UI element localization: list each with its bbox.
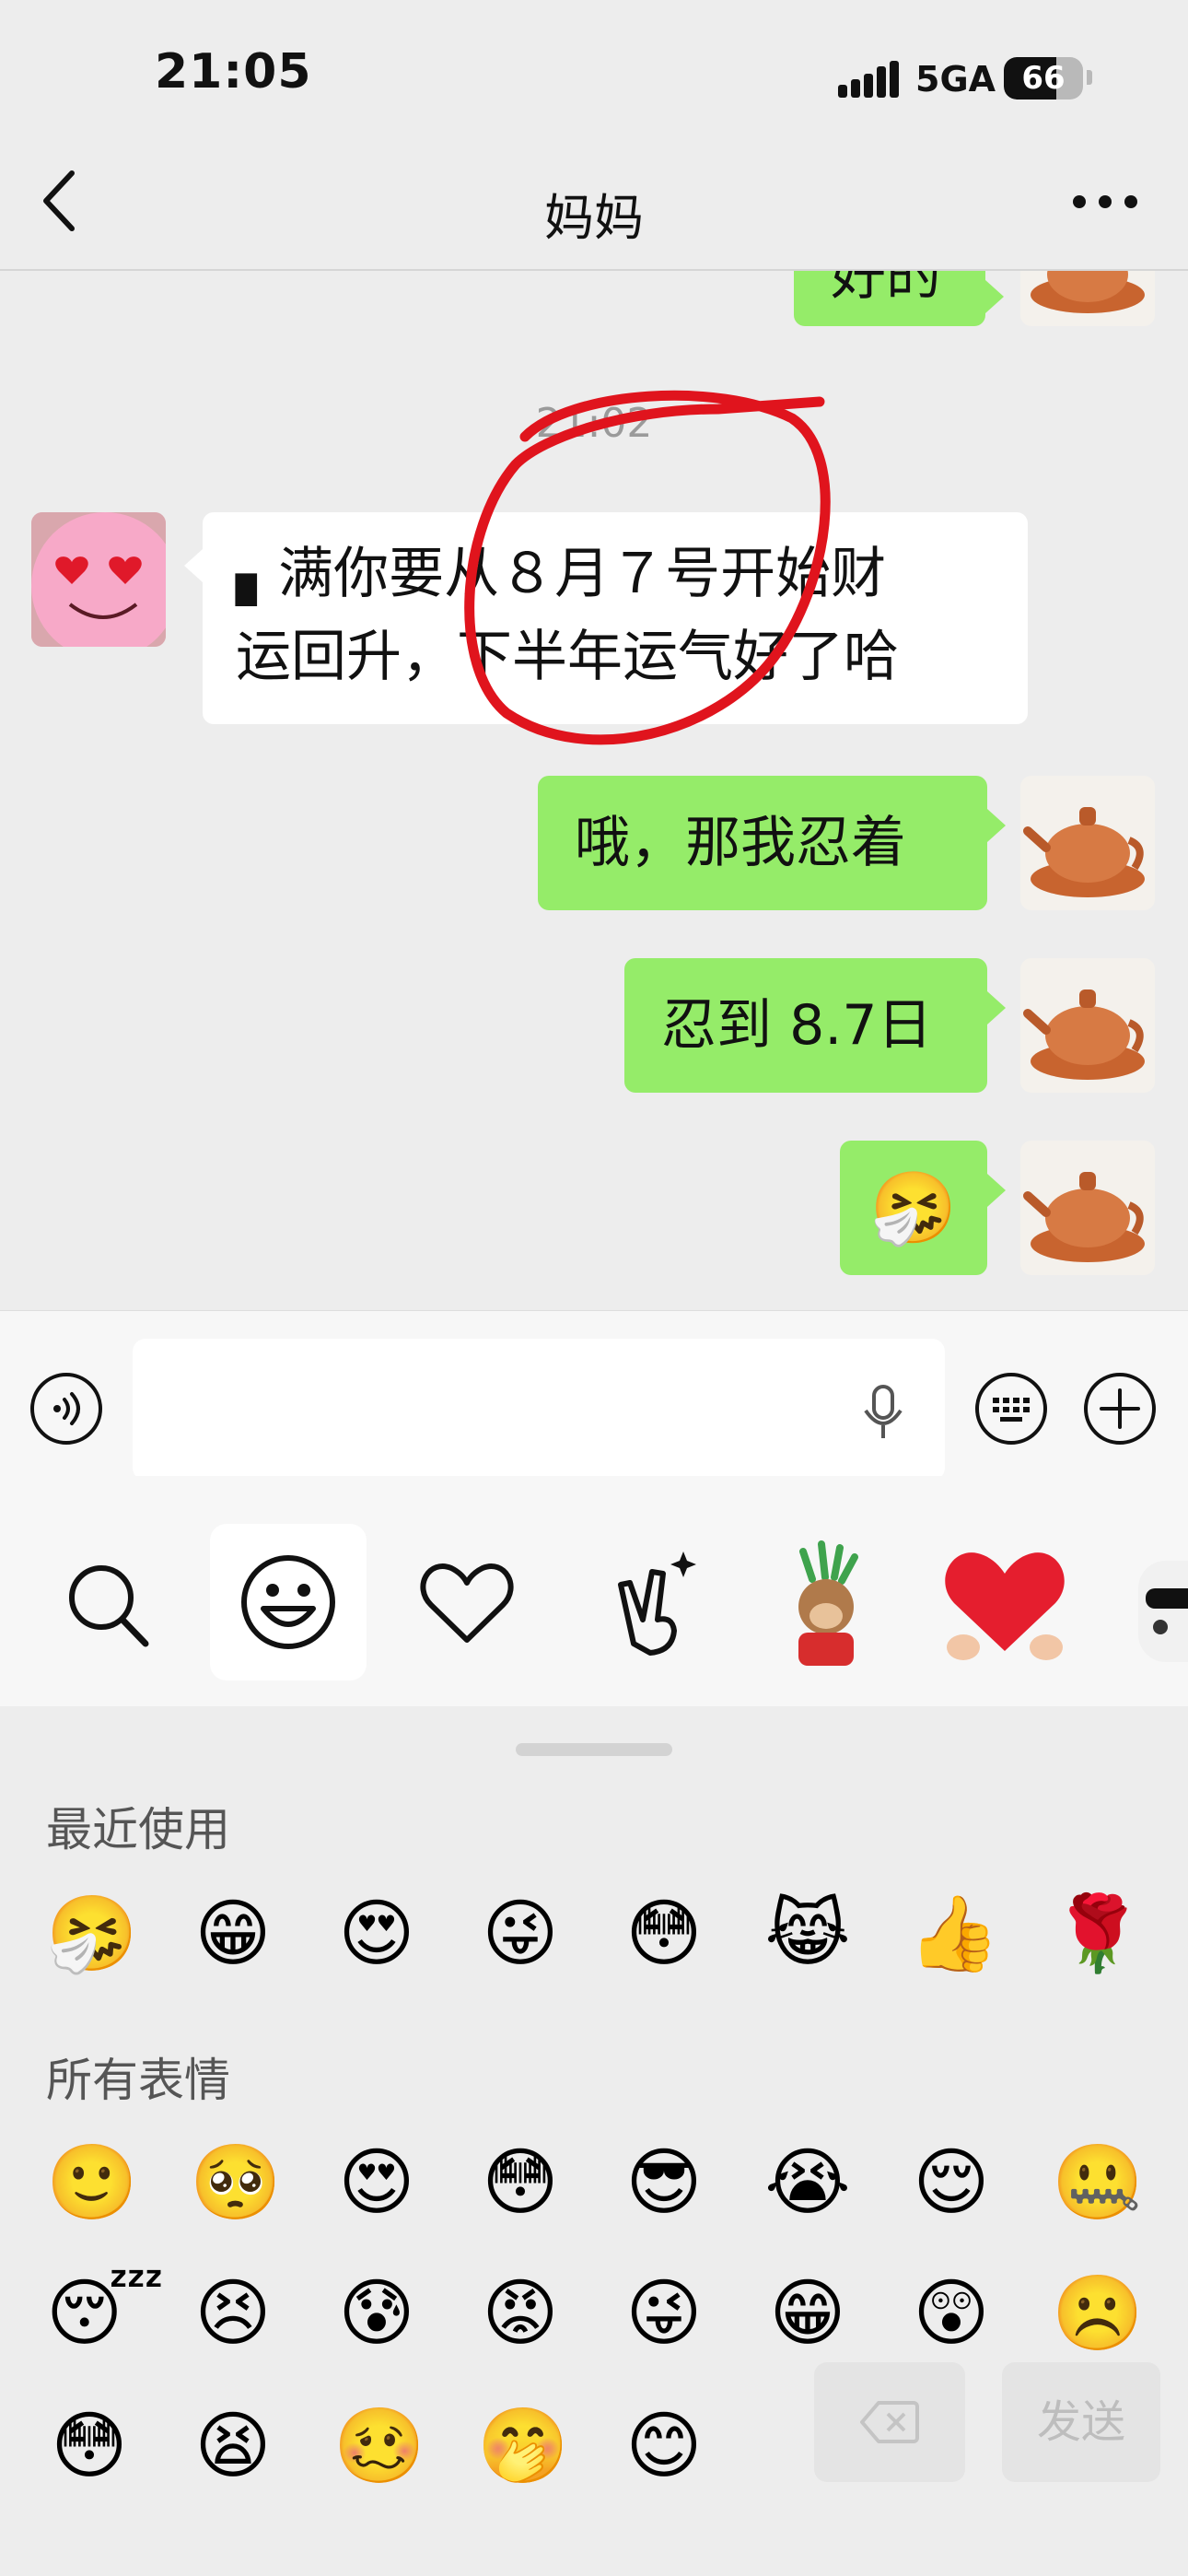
emoji-button[interactable]: 😁 <box>190 1891 276 1977</box>
emoji-button[interactable]: 🤐 <box>1052 2139 1144 2226</box>
battery-icon: 66 <box>1004 57 1083 100</box>
input-bar <box>0 1310 1188 1481</box>
bubble-tail <box>184 549 203 582</box>
emoji-button[interactable]: 😴 <box>46 2270 164 2357</box>
emoji-button[interactable]: 😲 <box>908 2270 995 2357</box>
emoji-button[interactable]: 😫 <box>190 2403 276 2489</box>
emoji-button[interactable]: 😁 <box>764 2270 851 2357</box>
bubble-tail <box>987 991 1006 1025</box>
emoji-button[interactable]: 😡 <box>477 2270 564 2357</box>
message-bubble-partial[interactable]: 好的 <box>794 271 985 326</box>
victory-hand-icon <box>618 1551 696 1656</box>
emoji-button[interactable]: 😜 <box>477 1891 564 1977</box>
battery-level: 66 <box>1021 60 1066 97</box>
emoji-button[interactable]: 🥺 <box>190 2139 282 2226</box>
battery-cap <box>1087 70 1092 85</box>
more-functions-button[interactable] <box>1083 1372 1157 1446</box>
search-icon <box>69 1565 149 1647</box>
emoji-button[interactable]: 🤧 <box>46 1891 138 1977</box>
emoji-button[interactable]: 😎 <box>621 2139 707 2226</box>
emoji-button[interactable]: 😳 <box>477 2139 564 2226</box>
network-type: 5GA <box>915 59 996 100</box>
delete-button[interactable] <box>814 2362 965 2482</box>
dog-sticker-icon <box>1138 1561 1188 1662</box>
section-title-all: 所有表情 <box>46 2054 230 2107</box>
annotation-circle <box>464 390 831 745</box>
teapot-icon <box>1023 989 1145 1080</box>
message-text: 好的 <box>831 271 941 308</box>
emoji-button[interactable]: 😳 <box>621 1891 707 1977</box>
my-avatar[interactable] <box>1020 958 1155 1093</box>
emoji-button[interactable]: 🌹 <box>1052 1891 1144 1977</box>
tab-favorites[interactable] <box>389 1524 545 1680</box>
emoji-button[interactable]: 😍 <box>333 2139 420 2226</box>
emoji-button[interactable]: 😳 <box>46 2403 133 2489</box>
sticker-tab-bar <box>0 1476 1188 1706</box>
message-bubble-outgoing[interactable]: 忍到 8.7日 <box>624 958 987 1093</box>
teapot-icon <box>1023 1172 1145 1262</box>
bubble-tail <box>985 280 1004 313</box>
heart-eyes-face-icon <box>31 512 166 647</box>
status-bar: 21:05 5GA 66 <box>0 0 1188 138</box>
chat-area[interactable]: 好的 21:02 ▖满你要从８月７号开始财 运回升，下半年运气好了哈 哦，那我忍… <box>0 271 1188 1310</box>
tab-sticker-monkey[interactable] <box>748 1524 904 1680</box>
emoji-button[interactable]: 😍 <box>333 1891 420 1977</box>
status-time: 21:05 <box>155 44 312 100</box>
keyboard-icon <box>975 1373 1047 1445</box>
microphone-icon[interactable] <box>860 1383 906 1442</box>
message-text: 忍到 8.7日 <box>661 993 933 1058</box>
nav-bar: 妈妈 <box>0 138 1188 271</box>
backspace-icon <box>860 2401 919 2443</box>
tab-sticker-heart[interactable] <box>926 1524 1083 1680</box>
tab-search[interactable] <box>29 1524 186 1680</box>
smiley-icon <box>241 1555 335 1649</box>
emoji-button[interactable]: 🥴 <box>333 2403 425 2489</box>
bubble-tail <box>987 809 1006 842</box>
monkey-sticker-icon <box>798 1540 858 1666</box>
voice-toggle-button[interactable] <box>29 1372 103 1446</box>
emoji-button[interactable]: 👍 <box>908 1891 1000 1977</box>
emoji-button[interactable]: 😭 <box>764 2139 851 2226</box>
chat-title: 妈妈 <box>544 189 644 247</box>
drag-handle[interactable] <box>516 1743 672 1756</box>
red-heart-sticker-icon <box>945 1552 1065 1660</box>
contact-avatar[interactable] <box>31 512 166 647</box>
emoji-button[interactable]: 😊 <box>621 2403 707 2489</box>
plus-icon <box>1084 1373 1156 1445</box>
voice-icon <box>30 1373 102 1445</box>
teapot-icon <box>1023 807 1145 897</box>
message-text: 哦，那我忍着 <box>575 811 906 875</box>
tab-gesture-stickers[interactable] <box>569 1524 726 1680</box>
my-avatar[interactable] <box>1020 776 1155 910</box>
message-emoji: 🤧 <box>869 1166 958 1248</box>
more-dots-icon <box>1073 195 1137 208</box>
emoji-button[interactable]: 😜 <box>621 2270 707 2357</box>
send-button[interactable]: 发送 <box>1002 2362 1160 2482</box>
tab-emoji[interactable] <box>210 1524 367 1680</box>
emoji-button[interactable]: 😹 <box>764 1891 851 1977</box>
emoji-button[interactable]: 😣 <box>190 2270 276 2357</box>
my-avatar[interactable] <box>1020 1141 1155 1275</box>
bubble-tail <box>987 1174 1006 1207</box>
message-input[interactable] <box>133 1339 945 1481</box>
emoji-button[interactable]: ☹️ <box>1052 2270 1144 2357</box>
teapot-icon <box>1031 271 1145 313</box>
keyboard-toggle-button[interactable] <box>974 1372 1048 1446</box>
emoji-button[interactable]: 😌 <box>908 2139 995 2226</box>
heart-icon <box>420 1563 514 1643</box>
emoji-button[interactable]: 😰 <box>333 2270 420 2357</box>
message-bubble-emoji[interactable]: 🤧 <box>840 1141 987 1275</box>
more-button[interactable] <box>1059 170 1151 234</box>
emoji-button[interactable]: 🙂 <box>46 2139 138 2226</box>
section-title-recent: 最近使用 <box>46 1803 230 1856</box>
signal-icon <box>838 61 899 98</box>
emoji-panel[interactable]: 最近使用 🤧 😁 😍 😜 😳 😹 👍 🌹 所有表情 🙂 🥺 😍 😳 😎 😭 😌 🤐 😴 😣 😰 😡 😜 😁 😲 ☹️ 😳 😫 🥴 🤭… <box>0 1706 1188 2576</box>
my-avatar[interactable] <box>1020 271 1155 326</box>
emoji-button[interactable]: 🤭 <box>477 2403 569 2489</box>
message-bubble-outgoing[interactable]: 哦，那我忍着 <box>538 776 987 910</box>
tab-sticker-dog[interactable] <box>1105 1524 1188 1680</box>
